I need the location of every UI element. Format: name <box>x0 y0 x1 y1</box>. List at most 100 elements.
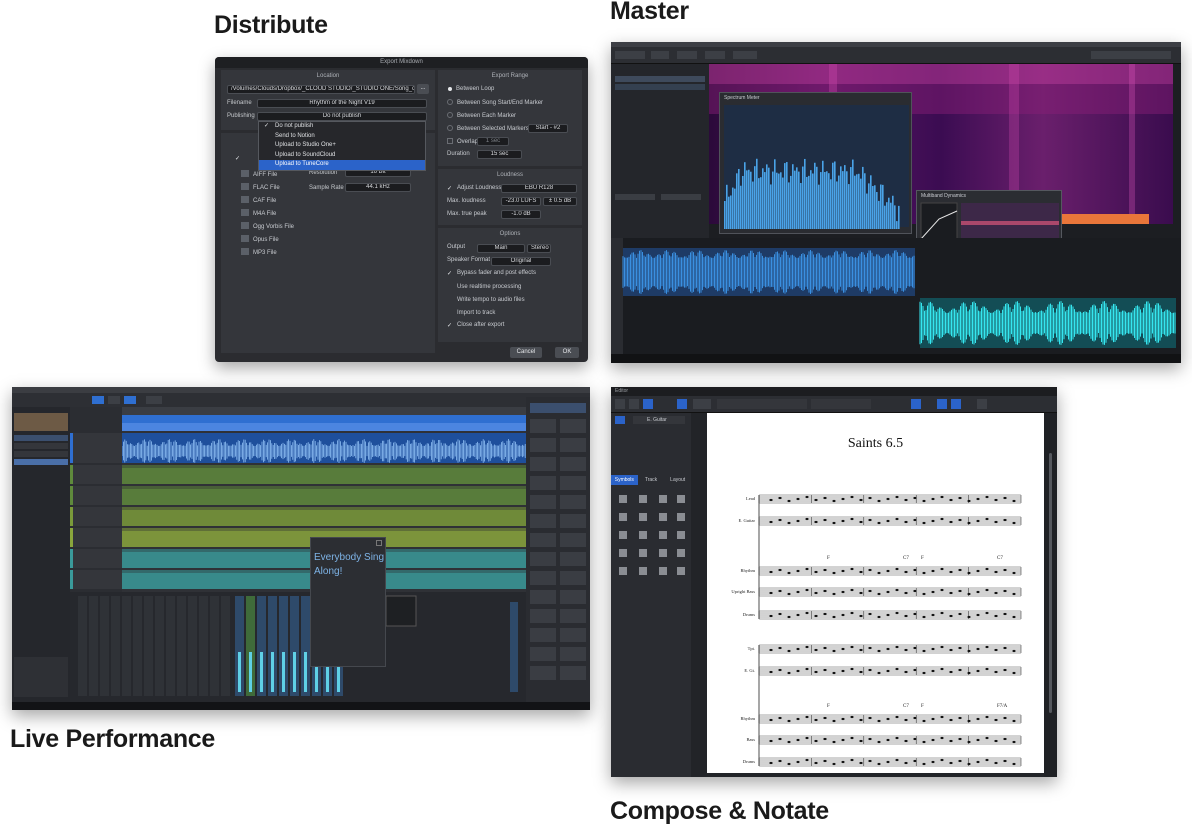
note-head <box>859 591 863 595</box>
format-item[interactable]: MP3 File <box>241 248 277 256</box>
note-head <box>823 568 827 572</box>
spectrum-bar <box>890 202 892 229</box>
instrument-name[interactable]: E. Guitar <box>633 416 685 424</box>
note-head <box>805 645 809 649</box>
spectrum-bar <box>736 173 738 229</box>
spectrum-bar <box>846 171 848 229</box>
path-field[interactable]: /Volumes/Clouds/Dropbox/_CLOUD STUDIO/_S… <box>227 85 415 94</box>
browse-button[interactable]: ... <box>417 84 429 94</box>
format-item[interactable]: Ogg Vorbis File <box>241 222 294 230</box>
output-select[interactable]: Main <box>477 244 525 253</box>
spectrum-bar <box>816 166 818 229</box>
lane-separator <box>122 486 526 489</box>
overlap-field[interactable]: 1 sec <box>477 137 509 146</box>
format-item[interactable]: CAF File <box>241 196 276 204</box>
tab-symbols[interactable]: Symbols <box>611 475 638 485</box>
spectrum-bar <box>738 168 740 229</box>
note-head <box>796 590 800 594</box>
note-head <box>922 671 926 675</box>
range-between-loop[interactable]: Between Loop <box>447 86 494 92</box>
note-head <box>796 669 800 673</box>
instrument-icon[interactable] <box>615 416 625 424</box>
range-each-marker[interactable]: Between Each Marker <box>447 112 516 119</box>
option-checkbox[interactable]: Write tempo to audio files <box>447 296 525 303</box>
max-loudness-field[interactable]: -23.0 LUFS <box>501 197 541 206</box>
spectrum-meter-window[interactable]: Spectrum Meter <box>719 92 912 234</box>
tolerance-field[interactable]: ± 0.5 dB <box>543 197 577 206</box>
publish-option-notion[interactable]: Send to Notion <box>259 132 425 142</box>
samplerate-select[interactable]: 44.1 kHz <box>345 183 411 192</box>
max-true-peak-field[interactable]: -1.0 dB <box>501 210 541 219</box>
adjust-loudness-select[interactable]: EBU R128 <box>501 184 577 193</box>
publish-option-tunecore[interactable]: Upload to TuneCore <box>259 160 425 170</box>
max-loudness-label: Max. loudness <box>447 198 486 204</box>
channel-meter <box>260 652 263 692</box>
channel-strip <box>78 596 87 696</box>
channel-meter <box>282 652 285 692</box>
note-head <box>805 567 809 571</box>
filename-field[interactable]: Rhythm of the Night V19 <box>257 99 427 108</box>
note-head <box>904 670 908 674</box>
note-head <box>958 589 962 593</box>
channel-strip <box>199 596 208 696</box>
speaker-format-select[interactable]: Original <box>491 257 551 266</box>
score-scrollbar[interactable] <box>1044 413 1057 777</box>
note-head <box>967 571 971 575</box>
publish-option-studio-one-plus[interactable]: Upload to Studio One+ <box>259 141 425 151</box>
note-head <box>931 760 935 764</box>
spectrum-bar <box>882 184 884 229</box>
publishing-select[interactable]: Do not publish <box>257 112 427 121</box>
range-selected-markers[interactable]: Between Selected Markers <box>447 125 529 132</box>
note-head <box>1003 518 1007 522</box>
note-head <box>922 740 926 744</box>
note-head <box>895 758 899 762</box>
chord-symbol: F <box>827 556 830 561</box>
range-song-markers[interactable]: Between Song Start/End Marker <box>447 99 543 106</box>
note-head <box>877 571 881 575</box>
option-checkbox[interactable]: ✓ Bypass fader and post effects <box>447 270 536 277</box>
option-checkbox[interactable]: Use realtime processing <box>447 283 521 290</box>
live-performance-screenshot: Everybody Sing Along! <box>12 387 590 710</box>
lyrics-close-icon[interactable] <box>376 540 382 546</box>
note-head <box>778 496 782 500</box>
option-checkbox[interactable]: Import to track <box>447 309 495 316</box>
note-head <box>814 498 818 502</box>
output-mode[interactable]: Stereo <box>527 244 551 253</box>
note-head <box>931 669 935 673</box>
publish-option-do-not-publish[interactable]: ✓ Do not publish <box>259 122 425 132</box>
duration-field[interactable]: 15 sec <box>477 150 522 159</box>
note-head <box>886 519 890 523</box>
note-head <box>814 718 818 722</box>
format-item[interactable]: M4A File <box>241 209 276 217</box>
note-head <box>895 667 899 671</box>
browser-tile <box>560 476 586 490</box>
spectrum-bar <box>894 205 896 229</box>
cancel-button[interactable]: Cancel <box>510 347 542 358</box>
chord-symbol: C7 <box>903 556 909 561</box>
note-head <box>904 498 908 502</box>
publish-option-soundcloud[interactable]: Upload to SoundCloud <box>259 151 425 161</box>
scroll-thumb[interactable] <box>1049 453 1052 713</box>
adjust-loudness-checkbox[interactable]: ✓ Adjust Loudness <box>447 185 501 192</box>
lane-separator <box>122 528 526 531</box>
note-head <box>967 592 971 596</box>
ok-button[interactable]: OK <box>555 347 579 358</box>
note-head <box>886 497 890 501</box>
spectrum-bar <box>868 183 870 229</box>
track-color-bar <box>70 549 73 568</box>
spectrum-bar <box>752 181 754 229</box>
note-head <box>994 761 998 765</box>
tab-layout[interactable]: Layout <box>664 475 691 485</box>
tab-track[interactable]: Track <box>638 475 665 485</box>
format-item[interactable]: FLAC File <box>241 183 280 191</box>
note-head <box>850 588 854 592</box>
option-checkbox[interactable]: ✓ Close after export <box>447 322 504 329</box>
channel-strip <box>210 596 219 696</box>
format-item[interactable]: Opus File <box>241 235 279 243</box>
selected-marker-select[interactable]: Start - #2 <box>528 124 568 133</box>
note-head <box>913 612 917 616</box>
format-item[interactable]: AIFF File <box>241 170 277 178</box>
note-head <box>940 588 944 592</box>
track-color-bar <box>70 570 73 589</box>
overlap-row[interactable]: Overlap <box>447 138 478 145</box>
